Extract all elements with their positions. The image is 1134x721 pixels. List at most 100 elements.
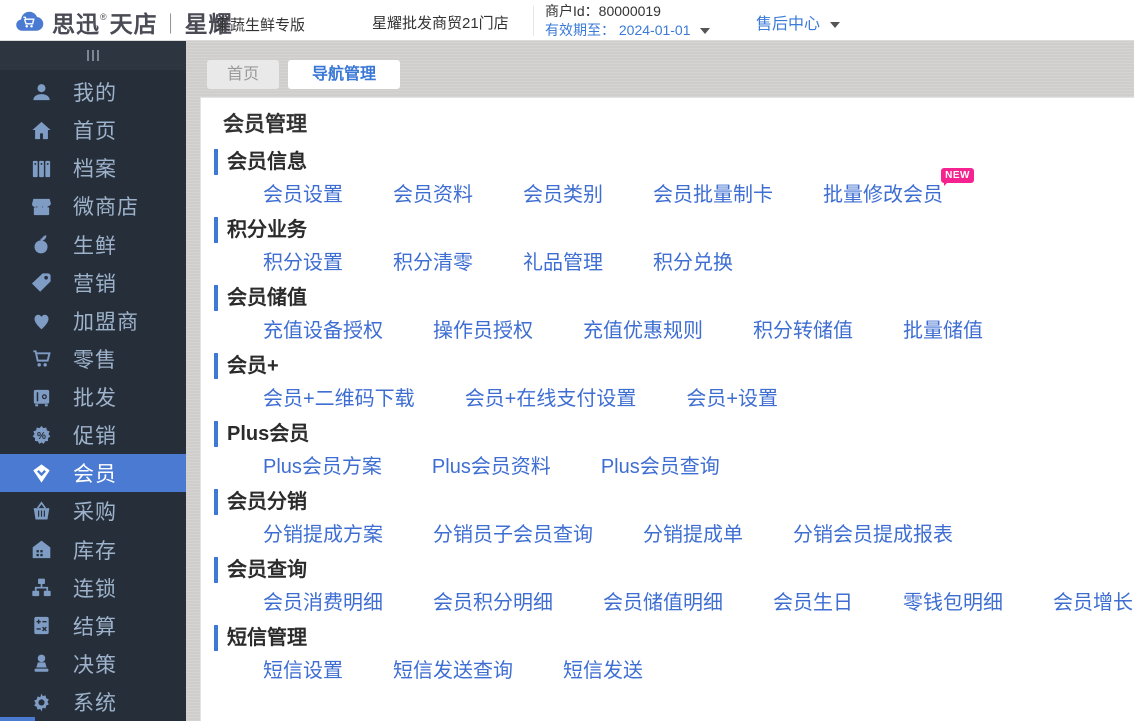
sidebar-item-label: 首页: [73, 120, 117, 144]
nav-link[interactable]: 积分设置: [263, 250, 343, 276]
nav-link[interactable]: 分销提成单: [643, 522, 743, 548]
nav-link[interactable]: 分销员子会员查询: [433, 522, 593, 548]
sidebar-item-retail[interactable]: 零售: [0, 340, 186, 378]
sidebar-item-label: 批发: [73, 387, 117, 411]
home-icon: [30, 119, 53, 142]
nav-link[interactable]: 分销会员提成报表: [793, 522, 953, 548]
nav-link[interactable]: 会员类别: [523, 182, 603, 208]
nav-link[interactable]: 分销提成方案: [263, 522, 383, 548]
nav-link[interactable]: 充值优惠规则: [583, 318, 703, 344]
user-icon: [30, 81, 53, 104]
tag-icon: [30, 271, 53, 294]
section-link-row: Plus会员方案 Plus会员资料 Plus会员查询: [263, 454, 1134, 480]
section-heading: 会员信息: [214, 149, 1134, 175]
nav-link[interactable]: 批量储值: [903, 318, 983, 344]
tab-navigation[interactable]: 导航管理: [288, 60, 401, 89]
nav-link[interactable]: Plus会员查询: [601, 454, 720, 480]
sidebar-item-decision[interactable]: 决策: [0, 645, 186, 683]
section-link-row: 会员设置 会员资料 会员类别 会员批量制卡 批量修改会员 NEW: [263, 168, 1134, 208]
sidebar-item-franchise[interactable]: 加盟商: [0, 302, 186, 340]
section-link-row: 积分设置 积分清零 礼品管理 积分兑换: [263, 250, 1134, 276]
section-link-row: 分销提成方案 分销员子会员查询 分销提成单 分销会员提成报表: [263, 522, 1134, 548]
sidebar-item-member[interactable]: 会员: [0, 454, 186, 493]
nav-link[interactable]: 短信发送查询: [393, 658, 513, 684]
nav-link[interactable]: 会员设置: [263, 182, 343, 208]
sidebar-item-my[interactable]: 我的: [0, 73, 186, 111]
nav-link[interactable]: 礼品管理: [523, 250, 603, 276]
sidebar-item-system[interactable]: 系统: [0, 683, 186, 721]
validity-dropdown[interactable]: 有效期至： 2024-01-01: [545, 21, 711, 40]
nav-link[interactable]: 会员+二维码下载: [263, 386, 415, 412]
section-link-row: 会员消费明细 会员积分明细 会员储值明细 会员生日 零钱包明细 会员增长表: [263, 590, 1134, 616]
nav-link[interactable]: 会员+在线支付设置: [465, 386, 637, 412]
section-link-row: 短信设置 短信发送查询 短信发送: [263, 658, 1134, 684]
sidebar-item-marketing[interactable]: 营销: [0, 264, 186, 302]
nav-link[interactable]: 短信发送: [563, 658, 643, 684]
nav-link[interactable]: 会员资料: [393, 182, 473, 208]
nav-link[interactable]: 积分转储值: [753, 318, 853, 344]
sidebar-item-purchase[interactable]: 采购: [0, 492, 186, 530]
support-center-dropdown[interactable]: 售后中心: [756, 10, 841, 34]
percent-badge-icon: %: [30, 424, 53, 447]
nav-link[interactable]: 会员储值明细: [603, 590, 723, 616]
caret-down-icon: [830, 21, 841, 28]
nav-link[interactable]: 零钱包明细: [903, 590, 1003, 616]
section-heading: 积分业务: [214, 217, 1134, 243]
nav-section: Plus会员 Plus会员方案 Plus会员资料 Plus会员查询: [214, 421, 1134, 480]
nav-link[interactable]: 会员消费明细: [263, 590, 383, 616]
handshake-icon: [30, 309, 53, 332]
nav-link[interactable]: 积分清零: [393, 250, 473, 276]
sidebar-item-chain[interactable]: 连锁: [0, 569, 186, 607]
sidebar: 我的首页档案微商店 生鲜 营销 加盟商 零售批发 % 促销会员采购 库存 连锁 结算决策系统: [0, 41, 186, 721]
nav-link[interactable]: 会员积分明细: [433, 590, 553, 616]
sidebar-item-home[interactable]: 首页: [0, 111, 186, 149]
sidebar-item-settlement[interactable]: 结算: [0, 607, 186, 645]
sidebar-item-label: 档案: [73, 158, 117, 182]
top-header: 思迅 ® 天店｜星耀 果蔬生鲜专版 星耀批发商贸21门店 商户Id：80000019…: [0, 0, 1134, 41]
edition-label: 果蔬生鲜专版: [215, 17, 306, 34]
section-heading: 会员储值: [214, 285, 1134, 311]
section-link-row: 充值设备授权 操作员授权 充值优惠规则 积分转储值 批量储值: [263, 318, 1134, 344]
grip-icon: [92, 50, 94, 61]
nav-link[interactable]: 批量修改会员 NEW: [823, 168, 974, 208]
nav-link[interactable]: 操作员授权: [433, 318, 533, 344]
section-link-row: 会员+二维码下载 会员+在线支付设置 会员+设置: [263, 386, 1134, 412]
sections-container: 会员信息 会员设置 会员资料 会员类别 会员批量制卡 批量修改会员 NEW 积分业务 积分设置积…: [214, 149, 1134, 684]
nav-link[interactable]: 会员+设置: [686, 386, 778, 412]
cart-icon: [30, 347, 53, 370]
horizontal-scrollbar-thumb[interactable]: [0, 717, 35, 721]
section-heading: 会员+: [214, 353, 1134, 379]
nav-link[interactable]: Plus会员方案: [263, 454, 382, 480]
sidebar-item-label: 会员: [73, 463, 117, 487]
nav-link[interactable]: Plus会员资料: [432, 454, 551, 480]
grip-icon: [97, 50, 99, 61]
svg-text:%: %: [37, 431, 46, 442]
store-name: 星耀批发商贸21门店: [372, 15, 509, 32]
grip-icon: [87, 50, 89, 61]
sidebar-item-wholesale[interactable]: 批发: [0, 378, 186, 416]
nav-link[interactable]: 积分兑换: [653, 250, 733, 276]
sidebar-item-fresh[interactable]: 生鲜: [0, 226, 186, 264]
validity-label: 有效期至：: [545, 22, 615, 38]
nav-link[interactable]: 短信设置: [263, 658, 343, 684]
nav-section: 会员储值充值设备授权 操作员授权 充值优惠规则 积分转储值 批量储值: [214, 285, 1134, 344]
sidebar-item-promotion[interactable]: % 促销: [0, 416, 186, 454]
calculator-icon: [30, 614, 53, 637]
nav-link[interactable]: 会员生日: [773, 590, 853, 616]
nav-section: 会员分销 分销提成方案 分销员子会员查询 分销提成单 分销会员提成报表: [214, 489, 1134, 548]
sidebar-item-inventory[interactable]: 库存: [0, 531, 186, 569]
cloud-cart-logo-icon: [16, 11, 44, 31]
nav-link[interactable]: 会员批量制卡: [653, 182, 773, 208]
nav-link[interactable]: 充值设备授权: [263, 318, 383, 344]
stamp-icon: [30, 652, 53, 675]
vip-diamond-icon: [30, 462, 53, 485]
tab-home[interactable]: 首页: [207, 60, 280, 89]
sidebar-item-label: 决策: [73, 653, 117, 677]
sidebar-item-label: 系统: [73, 692, 117, 716]
section-heading: 会员查询: [214, 557, 1134, 583]
nav-link[interactable]: 会员增长表: [1053, 590, 1134, 616]
sidebar-collapse-toggle[interactable]: [0, 41, 186, 70]
merchant-info: 商户Id：80000019 有效期至： 2024-01-01: [545, 2, 711, 40]
sidebar-item-archive[interactable]: 档案: [0, 149, 186, 187]
sidebar-item-microshop[interactable]: 微商店: [0, 187, 186, 225]
